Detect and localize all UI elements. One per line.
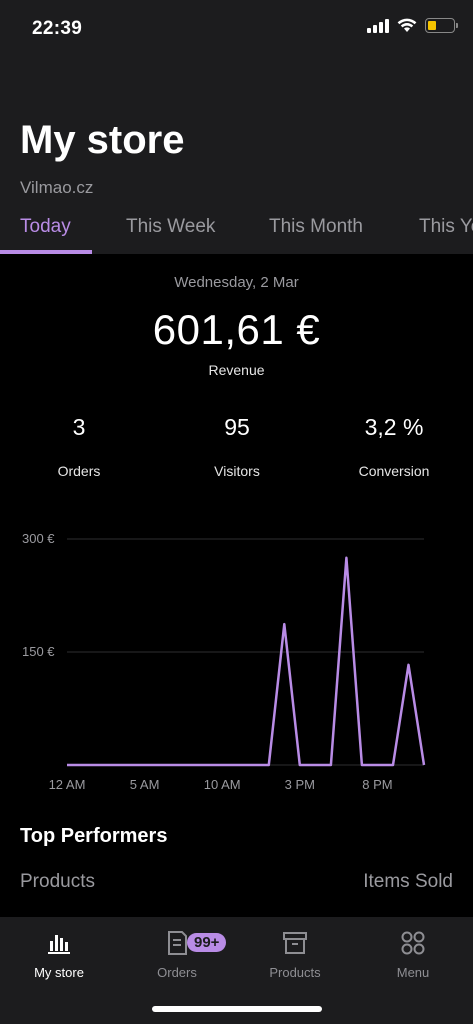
- active-tab-indicator: [0, 250, 92, 254]
- stat-orders: 3 Orders: [9, 414, 149, 479]
- stat-conversion: 3,2 % Conversion: [324, 414, 464, 479]
- tabbar-products-label: Products: [269, 965, 321, 980]
- stat-orders-label: Orders: [57, 463, 101, 479]
- status-icons: [367, 18, 458, 33]
- chart-x-tick-label: 10 AM: [204, 777, 241, 792]
- stat-conversion-label: Conversion: [358, 463, 430, 479]
- revenue-chart: 300 € 150 € 12 AM 5 AM 10 AM 3 PM 8 PM: [22, 531, 426, 792]
- home-indicator: [152, 1006, 322, 1012]
- period-tabs: Today This Week This Month This Year: [0, 212, 473, 254]
- wifi-icon: [397, 18, 417, 32]
- grid-dots-icon: [401, 931, 425, 955]
- chart-y-tick-label: 150 €: [22, 644, 55, 659]
- chart-x-tick-label: 5 AM: [130, 777, 160, 792]
- chart-x-tick-label: 3 PM: [285, 777, 315, 792]
- revenue-value: 601,61 €: [152, 306, 321, 353]
- stat-visitors-label: Visitors: [214, 463, 260, 479]
- tab-this-week[interactable]: This Week: [126, 216, 215, 238]
- status-bar: 22:39: [0, 0, 473, 56]
- tabbar-my-store-label: My store: [34, 965, 84, 980]
- items-sold-column-header: Items Sold: [363, 871, 453, 892]
- stat-orders-value: 3: [72, 414, 86, 440]
- chart-x-tick-label: 8 PM: [362, 777, 392, 792]
- tabbar-orders-label: Orders: [157, 965, 197, 980]
- revenue-label: Revenue: [208, 362, 265, 378]
- tab-this-year[interactable]: This Year: [419, 216, 473, 238]
- tab-this-month[interactable]: This Month: [269, 216, 363, 238]
- stat-visitors-value: 95: [224, 414, 250, 440]
- top-performers-title: Top Performers: [20, 825, 168, 847]
- tabbar-menu[interactable]: Menu: [354, 927, 472, 980]
- tabbar-my-store[interactable]: My store: [0, 927, 118, 980]
- chart-series-line: [67, 556, 426, 767]
- chart-y-tick-label: 300 €: [22, 531, 55, 546]
- chart-x-tick-label: 12 AM: [49, 777, 86, 792]
- tabbar-products[interactable]: Products: [236, 927, 354, 980]
- products-column-header: Products: [20, 871, 95, 892]
- status-time: 22:39: [32, 18, 83, 39]
- store-name: Vilmao.cz: [20, 178, 94, 197]
- page-title: My store: [20, 118, 185, 162]
- tabbar-orders[interactable]: 99+ Orders: [118, 927, 236, 980]
- summary-date: Wednesday, 2 Mar: [174, 274, 299, 291]
- tab-today[interactable]: Today: [20, 216, 71, 238]
- orders-badge: 99+: [187, 933, 227, 952]
- store-header: My store Vilmao.cz Today This Week This …: [0, 56, 473, 254]
- cellular-signal-icon: [367, 18, 389, 33]
- stat-visitors: 95 Visitors: [167, 414, 307, 479]
- bar-chart-icon: [48, 935, 70, 954]
- stat-conversion-value: 3,2 %: [364, 414, 424, 440]
- orders-icon: [168, 931, 187, 955]
- battery-icon: [425, 18, 458, 33]
- tabbar-menu-label: Menu: [396, 965, 430, 980]
- archive-box-icon: [283, 932, 307, 954]
